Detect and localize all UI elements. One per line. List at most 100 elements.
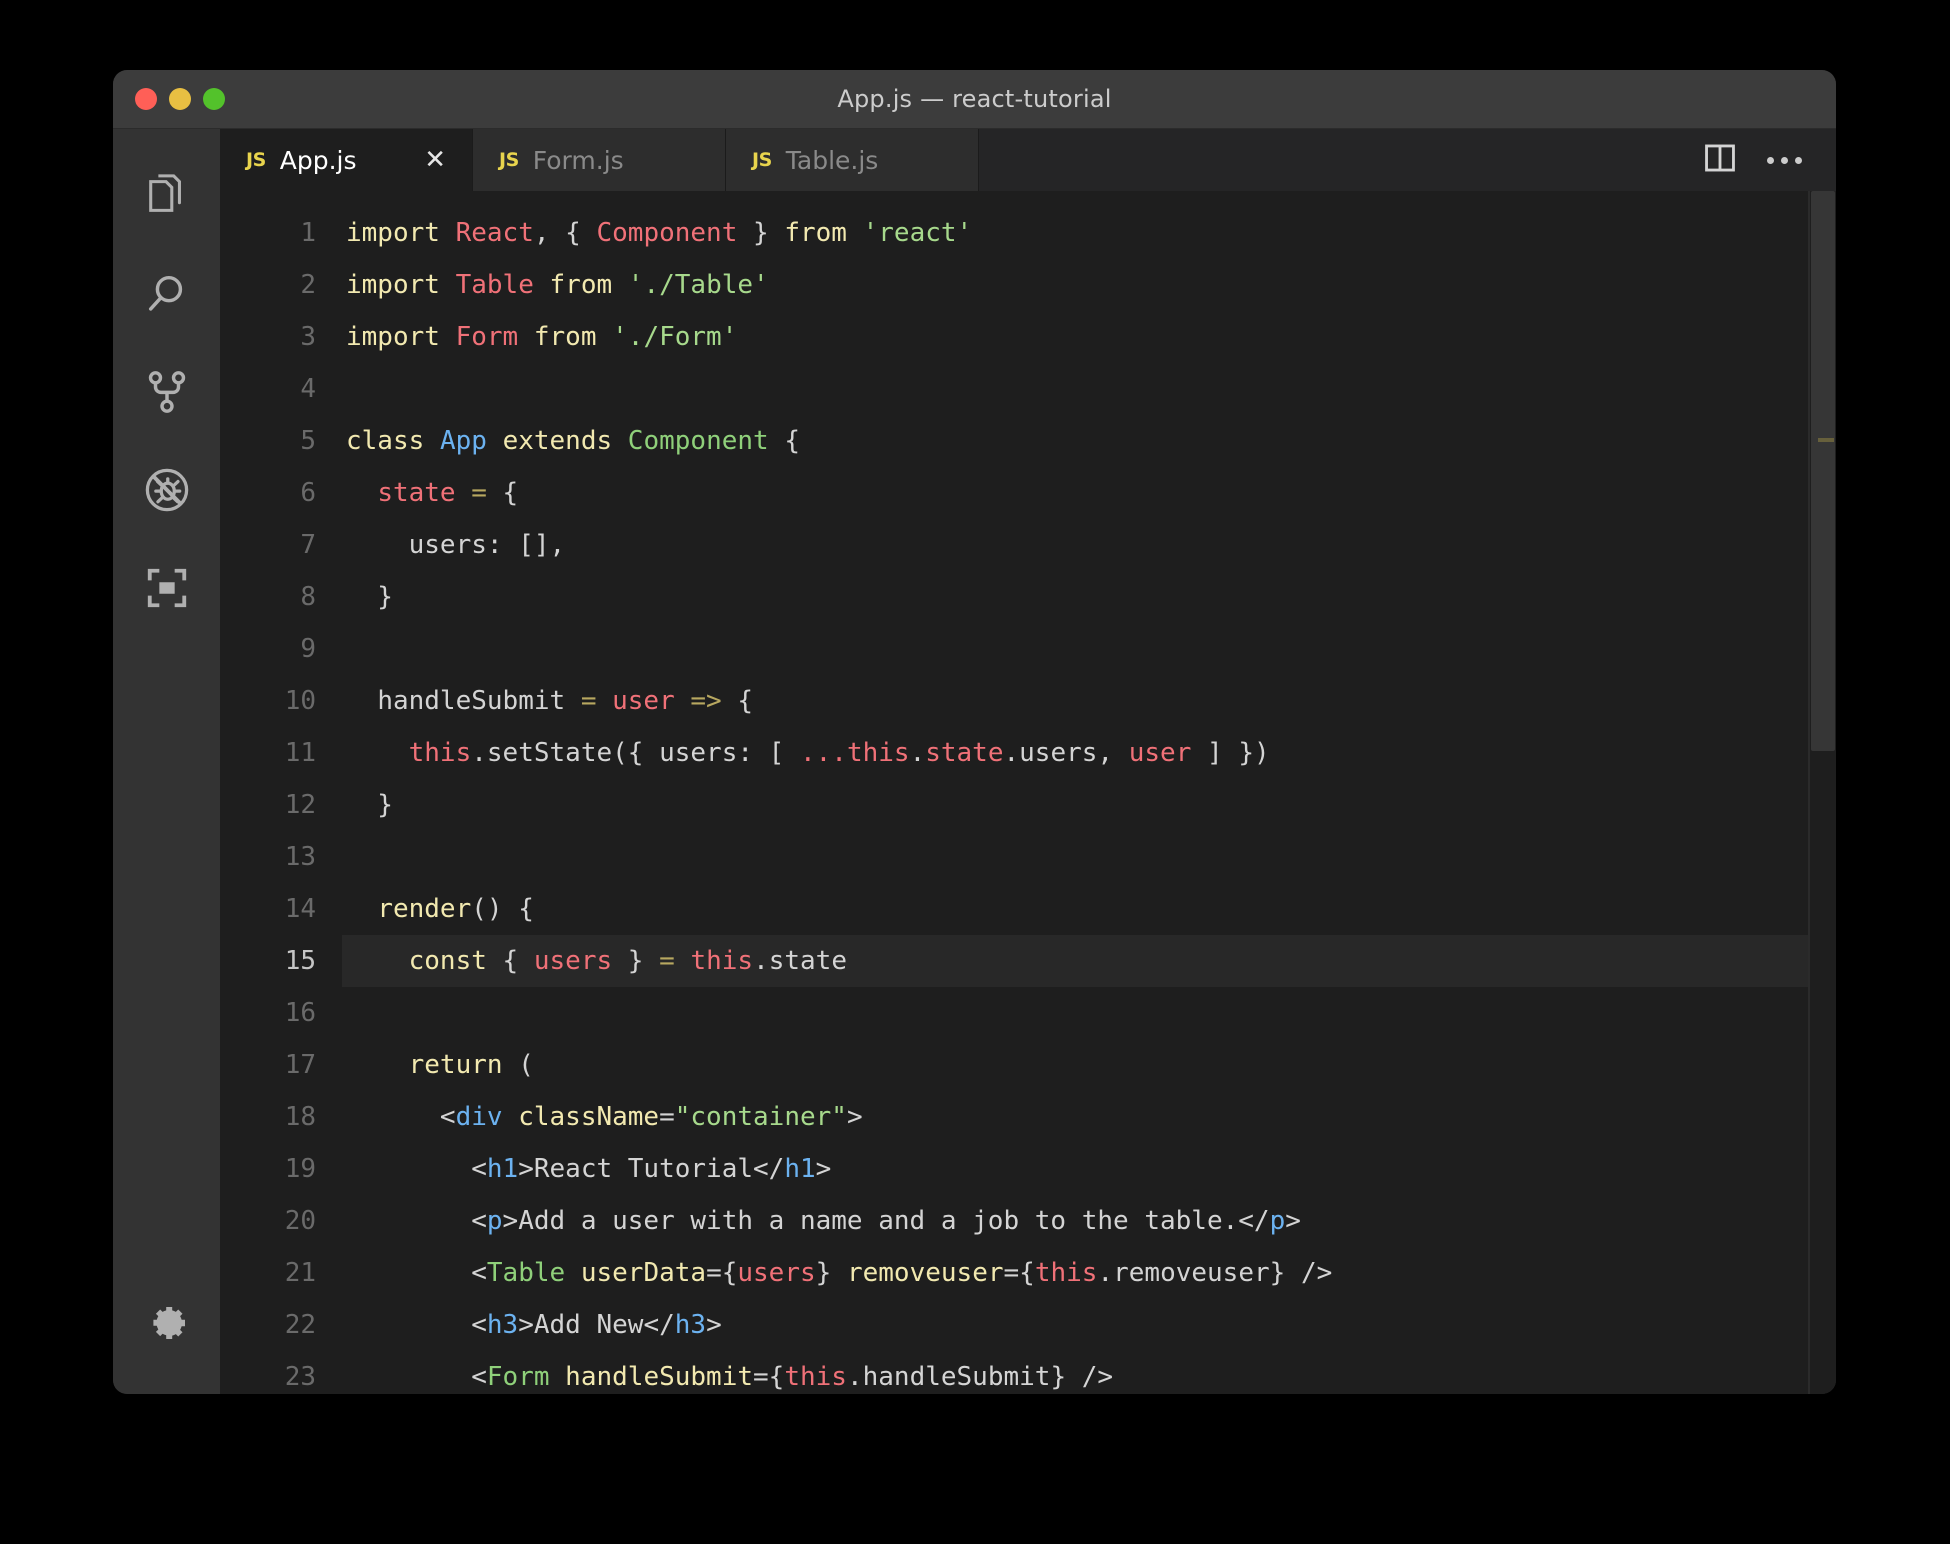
code-token: h3 — [486, 1310, 519, 1340]
line-number: 10 — [284, 686, 316, 716]
code-token: { — [565, 218, 597, 248]
code-line[interactable]: } — [342, 779, 1810, 831]
activitybar-item-manage[interactable] — [113, 1274, 220, 1372]
line-number: 12 — [284, 790, 316, 820]
activity-bar — [113, 129, 220, 1394]
activitybar-item-source-control[interactable] — [113, 343, 220, 441]
code-token: handleSubmit — [565, 1362, 754, 1392]
code-token: > — [518, 1154, 534, 1184]
editor-tab-bar: JS App.js ✕ JS Form.js JS Table.js — [220, 129, 1836, 191]
code-token: < — [346, 1154, 487, 1184]
activitybar-item-extensions[interactable] — [113, 539, 220, 637]
code-token: this — [690, 946, 754, 976]
code-editor[interactable]: 1 2 3 4 5 6 7 8 9 10 11 12 13 14 15 16 17 18 19 20 21 22 23 im… — [220, 191, 1836, 1394]
code-line[interactable] — [342, 987, 1810, 1039]
code-line[interactable] — [342, 831, 1810, 883]
code-line[interactable]: import Table from './Table' — [342, 259, 1810, 311]
minimize-window-button[interactable] — [169, 88, 191, 110]
activitybar-item-search[interactable] — [113, 245, 220, 343]
code-line[interactable]: render() { — [342, 883, 1810, 935]
code-token: ={ — [1003, 1258, 1035, 1288]
code-token: . — [909, 738, 926, 768]
code-token: > — [518, 1310, 534, 1340]
code-line[interactable]: <h3>Add New</h3> — [342, 1299, 1810, 1351]
code-line[interactable]: <p>Add a user with a name and a job to t… — [342, 1195, 1810, 1247]
code-token: </ — [753, 1154, 785, 1184]
code-line[interactable] — [342, 363, 1810, 415]
code-token: React — [455, 218, 534, 248]
code-token: > — [502, 1206, 519, 1236]
code-token: () { — [471, 894, 534, 924]
code-token: </ — [643, 1310, 675, 1340]
code-line[interactable]: } — [342, 571, 1810, 623]
code-line[interactable]: users: [], — [342, 519, 1810, 571]
code-line[interactable]: handleSubmit = user => { — [342, 675, 1810, 727]
close-icon[interactable]: ✕ — [388, 147, 446, 173]
code-token: { — [768, 426, 800, 456]
code-token: "container" — [674, 1102, 847, 1132]
tab-form-js[interactable]: JS Form.js — [473, 129, 726, 191]
line-number: 20 — [284, 1206, 316, 1236]
code-line[interactable]: state = { — [342, 467, 1810, 519]
code-line[interactable] — [342, 623, 1810, 675]
code-token: this — [1034, 1258, 1098, 1288]
code-line[interactable]: import Form from './Form' — [342, 311, 1810, 363]
more-actions-icon[interactable] — [1767, 156, 1802, 164]
code-token: } — [737, 218, 785, 248]
window-title: App.js — react-tutorial — [837, 85, 1112, 113]
code-token: = — [471, 478, 487, 508]
code-line[interactable]: import React, { Component } from 'react' — [342, 207, 1810, 259]
line-number: 1 — [300, 218, 316, 248]
code-token: return — [408, 1050, 503, 1080]
line-number: 6 — [300, 478, 316, 508]
code-token: './Form' — [612, 322, 738, 352]
tab-label: App.js — [279, 145, 357, 175]
code-line[interactable]: class App extends Component { — [342, 415, 1810, 467]
code-token: .users, — [1003, 738, 1129, 768]
code-token: </ — [1238, 1206, 1270, 1236]
line-number: 15 — [284, 946, 316, 976]
code-token: = — [580, 686, 597, 716]
overview-ruler[interactable] — [1810, 191, 1836, 1394]
close-window-button[interactable] — [135, 88, 157, 110]
code-line[interactable]: <Form handleSubmit={this.handleSubmit} /… — [342, 1351, 1810, 1394]
code-token: < — [346, 1206, 487, 1236]
run-and-debug-icon — [142, 465, 192, 515]
gear-icon — [143, 1299, 191, 1347]
tab-table-js[interactable]: JS Table.js — [726, 129, 979, 191]
code-scroll-region[interactable]: 1 2 3 4 5 6 7 8 9 10 11 12 13 14 15 16 17 18 19 20 21 22 23 im… — [220, 191, 1810, 1394]
vertical-scrollbar-thumb[interactable] — [1811, 191, 1835, 751]
split-editor-icon[interactable] — [1703, 141, 1737, 179]
activitybar-item-explorer[interactable] — [113, 147, 220, 245]
maximize-window-button[interactable] — [203, 88, 225, 110]
js-file-icon: JS — [246, 149, 266, 171]
line-number: 3 — [300, 322, 316, 352]
code-line[interactable]: return ( — [342, 1039, 1810, 1091]
code-line[interactable]: <h1>React Tutorial</h1> — [342, 1143, 1810, 1195]
code-token: .state — [753, 946, 847, 976]
code-token: from — [533, 322, 597, 352]
code-line[interactable]: const { users } = this.state — [342, 935, 1810, 987]
activitybar-item-run-and-debug[interactable] — [113, 441, 220, 539]
code-token: { — [486, 946, 534, 976]
code-token: [ — [753, 738, 800, 768]
code-line[interactable]: this.setState({ users: [ ...this.state.u… — [342, 727, 1810, 779]
line-number: 11 — [284, 738, 316, 768]
code-token: 'react' — [862, 218, 973, 248]
code-line[interactable]: <Table userData={users} removeuser={this… — [342, 1247, 1810, 1299]
code-token: Component — [596, 218, 738, 248]
tab-app-js[interactable]: JS App.js ✕ — [220, 129, 473, 191]
code-token: users — [533, 946, 613, 976]
code-token: handleSubmit — [377, 686, 566, 716]
code-line[interactable]: <div className="container"> — [342, 1091, 1810, 1143]
code-content[interactable]: import React, { Component } from 'react'… — [342, 191, 1810, 1394]
